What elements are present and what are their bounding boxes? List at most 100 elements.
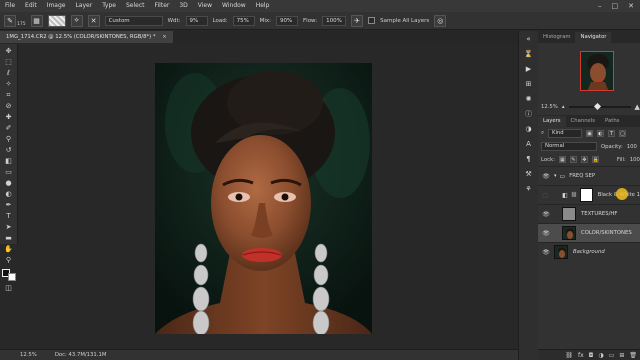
zoom-slider-knob[interactable] [593,102,601,111]
navigator-zoom-value[interactable]: 12.5% [541,104,558,110]
navigator-preview[interactable] [580,51,614,91]
layer-mask-thumbnail[interactable] [580,188,593,202]
shape-tool-icon[interactable]: ▬ [3,234,15,242]
delete-layer-icon[interactable]: 🗑 [629,352,637,359]
marquee-tool-icon[interactable]: ⬚ [3,58,15,66]
layer-black-white[interactable]: □ ◧ ⛓ Black & White 1 [538,185,640,204]
menu-3d[interactable]: 3D [174,0,192,12]
blur-tool-icon[interactable]: ● [3,179,15,187]
layer-freq-sep[interactable]: 👁 ▾ ▭ FREQ SEP [538,166,640,185]
history-panel-icon[interactable]: ⌛ [524,50,534,59]
move-tool-icon[interactable]: ✥ [3,47,15,55]
menu-view[interactable]: View [193,0,217,12]
fx-icon[interactable]: fx [578,352,584,359]
new-layer-icon[interactable]: ⊞ [619,352,624,359]
lock-pixels-icon[interactable]: ✎ [569,156,577,163]
minimize-button[interactable]: – [598,2,602,10]
menu-filter[interactable]: Filter [150,0,175,12]
tab-histogram[interactable]: Histogram [538,32,575,43]
tab-navigator[interactable]: Navigator [575,32,612,43]
visibility-eye-icon[interactable]: 👁 [538,230,554,237]
menu-image[interactable]: Image [42,0,71,12]
lasso-tool-icon[interactable]: ℓ [3,69,15,77]
brush-tool-icon[interactable]: ✐ [3,124,15,132]
visibility-eye-icon[interactable]: 👁 [538,173,554,180]
tab-layers[interactable]: Layers [538,116,566,127]
airbrush-icon[interactable]: ✈ [351,14,364,27]
layer-thumbnail[interactable] [562,207,576,221]
collapse-panels-icon[interactable]: « [524,35,534,44]
sample-all-layers-checkbox[interactable] [368,17,376,24]
path-select-tool-icon[interactable]: ➤ [3,223,15,231]
menu-file[interactable]: File [0,0,20,12]
document-image[interactable] [155,63,372,334]
info-panel-icon[interactable]: ⓘ [524,110,534,119]
brush-size[interactable]: 175 [17,22,26,27]
pen-tool-icon[interactable]: ✒ [3,201,15,209]
clone-source-icon[interactable]: ⚘ [524,185,534,194]
history-brush-tool-icon[interactable]: ↺ [3,146,15,154]
filter-type-icon[interactable]: T [607,130,615,137]
zoom-in-icon[interactable]: ▲ [635,103,640,111]
new-adjustment-icon[interactable]: ◑ [598,352,603,359]
crop-tool-icon[interactable]: ⌗ [3,91,15,99]
flow-field[interactable]: 100% [322,15,347,26]
document-tab[interactable]: 1MG_1714.CR2 @ 12.5% (COLOR/SKINTONES, R… [0,31,173,43]
mix-field[interactable]: 90% [276,15,298,26]
maximize-button[interactable]: □ [612,2,619,10]
tab-paths[interactable]: Paths [600,116,624,127]
menu-help[interactable]: Help [251,0,275,12]
lock-position-icon[interactable]: ✥ [580,156,588,163]
type-tool-icon[interactable]: T [3,212,15,220]
eyedropper-tool-icon[interactable]: ⊘ [3,102,15,110]
load-brush-icon[interactable]: ⟡ [70,14,83,27]
load-swatch-icon[interactable] [47,14,66,27]
properties-panel-icon[interactable]: ⊞ [524,80,534,89]
actions-panel-icon[interactable]: ▶ [524,65,534,74]
opacity-field[interactable]: 100 [627,144,637,150]
layer-thumbnail[interactable] [554,245,568,259]
add-mask-icon[interactable]: ◘ [589,352,594,359]
layer-background[interactable]: 👁 Background [538,242,640,261]
fill-field[interactable]: 100 [630,157,640,163]
menu-edit[interactable]: Edit [20,0,42,12]
new-group-icon[interactable]: ▭ [609,352,615,359]
link-layers-icon[interactable]: ⛓ [565,352,573,359]
hand-tool-icon[interactable]: ✋ [3,245,15,253]
pressure-icon[interactable]: ◎ [434,14,447,27]
lock-all-icon[interactable]: 🔒 [591,156,599,163]
quick-mask-icon[interactable]: ◫ [3,284,15,292]
visibility-eye-icon[interactable]: □ [538,192,552,199]
brush-panel-icon[interactable]: ▦ [30,14,43,27]
mixer-brush-tool-icon[interactable]: ✎ [4,14,16,27]
paragraph-panel-icon[interactable]: ¶ [524,155,534,164]
visibility-eye-icon[interactable]: 👁 [538,249,554,256]
character-panel-icon[interactable]: A [524,140,534,149]
color-swatches[interactable] [1,269,16,281]
layer-textures-hf[interactable]: 👁 TEXTURES/HF [538,204,640,223]
close-window-button[interactable]: ✕ [628,2,634,10]
zoom-tool-icon[interactable]: ⚲ [3,256,15,264]
menu-window[interactable]: Window [217,0,251,12]
mix-preset-select[interactable]: Custom [104,15,163,26]
tool-presets-icon[interactable]: ⚒ [524,170,534,179]
menu-select[interactable]: Select [121,0,150,12]
eraser-tool-icon[interactable]: ◧ [3,157,15,165]
lock-transparency-icon[interactable]: ▦ [558,156,566,163]
zoom-slider[interactable] [568,102,631,111]
clone-stamp-tool-icon[interactable]: ⚲ [3,135,15,143]
visibility-eye-icon[interactable]: 👁 [538,211,554,218]
zoom-level[interactable]: 12.5% [20,352,37,358]
filter-pixel-icon[interactable]: ▣ [585,130,593,137]
gradient-tool-icon[interactable]: ▭ [3,168,15,176]
filter-shape-icon[interactable]: ▢ [618,130,626,137]
layer-color-skintones[interactable]: 👁 COLOR/SKINTONES [538,223,640,242]
background-color-swatch[interactable] [7,273,16,281]
load-field[interactable]: 75% [232,15,255,26]
clean-brush-icon[interactable]: ✕ [87,14,100,27]
layer-thumbnail[interactable] [562,226,576,240]
filter-adjustment-icon[interactable]: ◐ [596,130,604,137]
quick-select-tool-icon[interactable]: ✧ [3,80,15,88]
tab-channels[interactable]: Channels [566,116,601,127]
close-document-icon[interactable]: × [162,34,166,40]
